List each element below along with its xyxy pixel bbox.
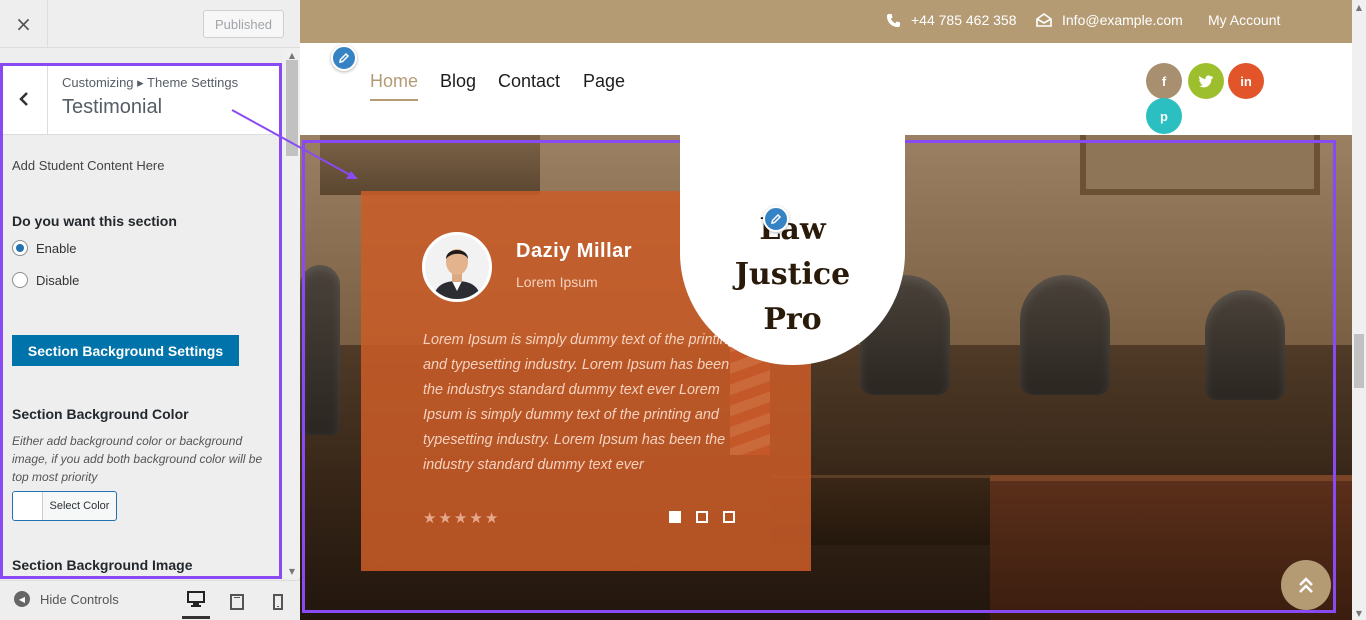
phone-contact[interactable]: +44 785 462 358: [886, 12, 1017, 28]
testimonial-section: Daziy Millar Lorem Ipsum Lorem Ipsum is …: [300, 135, 1352, 620]
section-panel: Customizing ▸ Theme Settings Testimonial…: [0, 63, 282, 578]
avatar: [422, 232, 492, 302]
star-icon: ★: [423, 509, 437, 527]
scroll-up-icon[interactable]: ▲: [1352, 0, 1366, 14]
site-logo[interactable]: Law Justice Pro: [680, 135, 905, 365]
published-button[interactable]: Published: [203, 10, 284, 38]
nav-item-contact[interactable]: Contact: [498, 71, 560, 92]
double-chevron-up-icon: [1299, 577, 1313, 593]
tablet-icon[interactable]: [223, 591, 251, 613]
radio-disable[interactable]: Disable: [12, 272, 79, 288]
radio-disable-control[interactable]: [12, 272, 28, 288]
radio-enable-control[interactable]: [12, 240, 28, 256]
section-toggle-label: Do you want this section: [12, 213, 177, 229]
back-button[interactable]: [0, 63, 48, 135]
phone-text: +44 785 462 358: [911, 12, 1017, 28]
background-chair: [300, 265, 340, 435]
customizer-footer: ◀ Hide Controls: [0, 580, 300, 620]
bg-image-title: Section Background Image: [12, 557, 193, 573]
select-color-button[interactable]: Select Color: [12, 491, 117, 521]
edit-menu-icon[interactable]: [331, 45, 357, 71]
section-background-settings-button[interactable]: Section Background Settings: [12, 335, 239, 366]
site-preview: +44 785 462 358 Info@example.com My Acco…: [300, 0, 1352, 620]
testimonial-author-role: Lorem Ipsum: [516, 274, 598, 290]
hide-controls-label: Hide Controls: [40, 591, 119, 607]
section-title: Testimonial: [62, 96, 163, 118]
desktop-icon[interactable]: [182, 589, 210, 619]
scroll-to-top-button[interactable]: [1281, 560, 1331, 610]
star-icon: ★: [484, 509, 499, 527]
slider-dot[interactable]: [696, 511, 708, 523]
phone-icon: [886, 13, 901, 27]
sidebar-scrollbar[interactable]: ▲ ▼: [284, 48, 300, 578]
top-bar: +44 785 462 358 Info@example.com My Acco…: [300, 0, 1352, 43]
rating-stars: ★ ★ ★ ★ ★: [423, 510, 498, 526]
logo-line: Justice: [734, 257, 851, 292]
facebook-icon[interactable]: f: [1146, 63, 1182, 99]
nav-item-home[interactable]: Home: [370, 71, 418, 92]
bg-color-title: Section Background Color: [12, 406, 189, 422]
preview-scrollbar[interactable]: ▲ ▼: [1352, 0, 1366, 620]
nav-item-blog[interactable]: Blog: [440, 71, 476, 92]
active-nav-underline: [370, 99, 418, 101]
section-header: Customizing ▸ Theme Settings Testimonial: [0, 63, 282, 135]
breadcrumb: Customizing ▸ Theme Settings: [62, 75, 239, 90]
background-chair: [1020, 275, 1110, 395]
twitter-icon[interactable]: [1188, 63, 1224, 99]
logo-line: Pro: [763, 302, 822, 337]
color-swatch[interactable]: [13, 492, 43, 520]
background-chair: [1205, 290, 1285, 400]
scroll-down-icon[interactable]: ▼: [284, 564, 300, 578]
edit-tagline-icon[interactable]: [763, 206, 789, 232]
slider-dots: [669, 511, 735, 523]
hide-controls-button[interactable]: ◀ Hide Controls: [14, 591, 119, 607]
background-frame: [1080, 135, 1320, 195]
my-account-text: My Account: [1208, 12, 1281, 28]
site-logo-text: Law Justice Pro: [680, 207, 905, 342]
background-frame: [320, 135, 540, 195]
scroll-down-icon[interactable]: ▼: [1352, 606, 1366, 620]
scrollbar-thumb[interactable]: [286, 60, 298, 156]
chevron-left-icon: [18, 92, 28, 106]
collapse-icon: ◀: [14, 591, 30, 607]
add-content-text: Add Student Content Here: [12, 158, 165, 173]
radio-enable[interactable]: Enable: [12, 240, 76, 256]
email-icon: [1036, 13, 1052, 27]
logo-line: Law: [759, 212, 826, 247]
testimonial-author-name: Daziy Millar: [516, 240, 633, 262]
star-icon: ★: [469, 509, 483, 527]
email-text: Info@example.com: [1062, 12, 1183, 28]
mobile-icon[interactable]: [264, 591, 292, 613]
close-icon[interactable]: ×: [0, 0, 48, 48]
radio-enable-label: Enable: [36, 240, 77, 256]
slider-dot[interactable]: [723, 511, 735, 523]
select-color-label: Select Color: [49, 500, 110, 512]
nav-item-page[interactable]: Page: [583, 71, 625, 92]
email-contact[interactable]: Info@example.com: [1036, 12, 1183, 28]
linkedin-icon[interactable]: in: [1228, 63, 1264, 99]
customizer-header: × Published: [0, 0, 300, 48]
pinterest-icon[interactable]: p: [1146, 98, 1182, 134]
star-icon: ★: [438, 509, 452, 527]
customizer-sidebar: × Published Customizing ▸ Theme Settings…: [0, 0, 300, 620]
star-icon: ★: [453, 509, 468, 527]
slider-dot[interactable]: [669, 511, 681, 523]
radio-disable-label: Disable: [36, 272, 80, 288]
bg-color-description: Either add background color or backgroun…: [12, 434, 263, 484]
scrollbar-thumb[interactable]: [1354, 334, 1364, 388]
my-account-link[interactable]: My Account: [1208, 12, 1280, 28]
